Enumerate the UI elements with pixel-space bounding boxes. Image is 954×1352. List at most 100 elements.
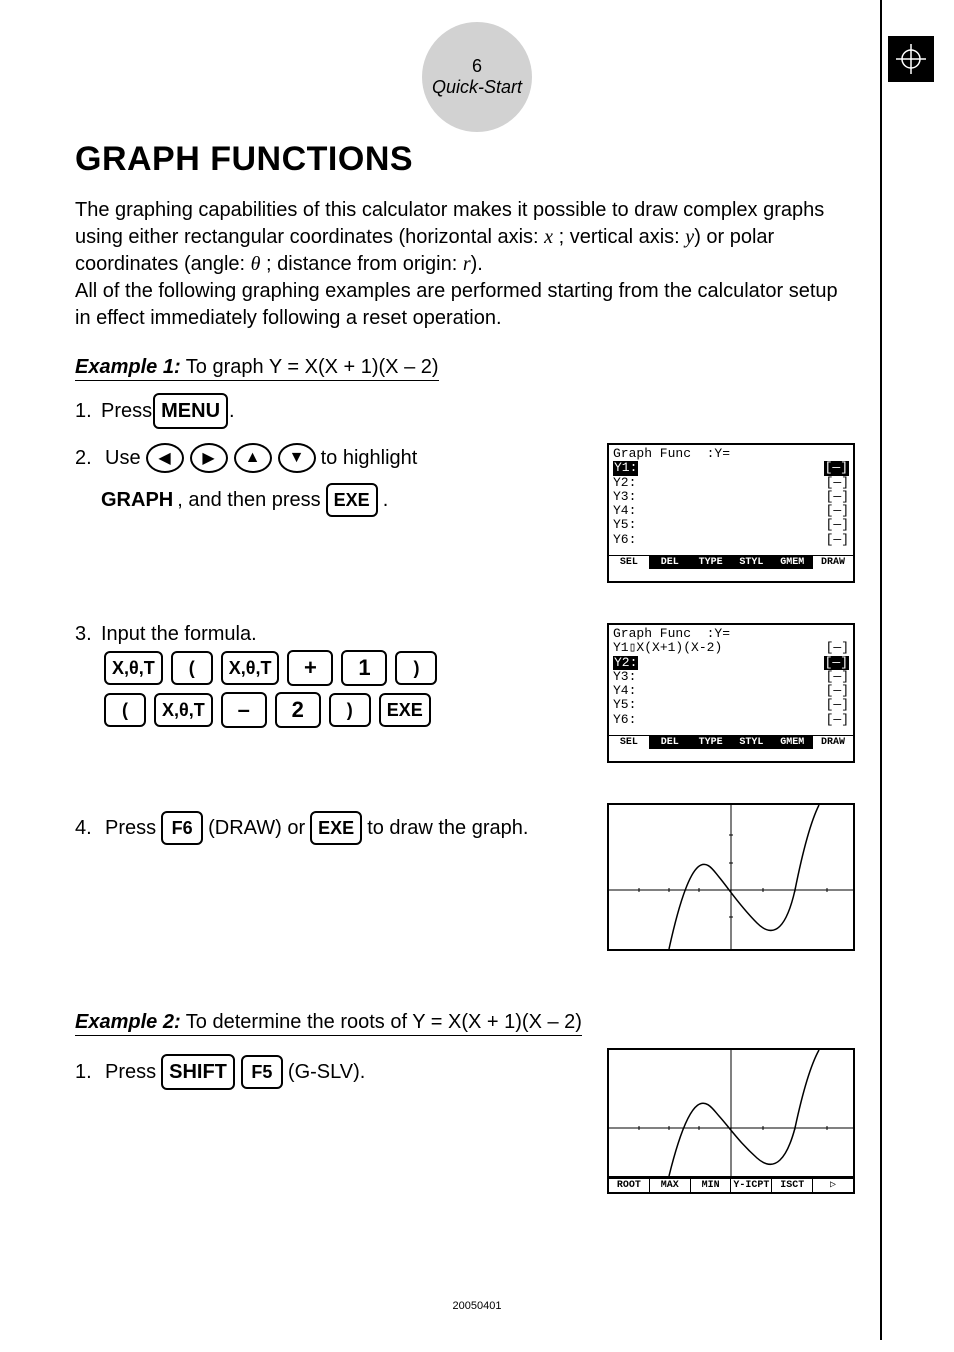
intro-text-2: All of the following graphing examples a… bbox=[75, 280, 838, 329]
exe-key: EXE bbox=[326, 483, 378, 517]
example-label: Example 2: bbox=[75, 1011, 181, 1033]
f6-key: F6 bbox=[161, 811, 203, 845]
one-key: 1 bbox=[341, 650, 387, 686]
screen-formula: Y1▯X(X+1)(X-2) bbox=[613, 641, 722, 655]
calc-screen-graph-1 bbox=[607, 803, 855, 951]
paren-open-key: ( bbox=[171, 651, 213, 685]
exe-key: EXE bbox=[310, 811, 362, 845]
intro-text: ). bbox=[471, 253, 483, 275]
step-text: to highlight bbox=[321, 447, 418, 470]
screen-bracket: [—] bbox=[824, 461, 849, 475]
example-text: To determine the roots of Y = X(X + 1)(X… bbox=[181, 1011, 582, 1033]
formula-keys-row1: X,θ,T ( X,θ,T + 1 ) bbox=[103, 650, 577, 686]
x-theta-t-key: X,θ,T bbox=[221, 651, 280, 685]
step-4: 4. Press F6 (DRAW) or EXE to draw the gr… bbox=[75, 811, 577, 845]
softkey: ▷ bbox=[813, 1179, 853, 1192]
example-2-heading: Example 2: To determine the roots of Y =… bbox=[75, 1011, 855, 1036]
right-margin-rule bbox=[880, 0, 882, 1340]
ex2-step-1: 1. Press SHIFT F5 (G-SLV). bbox=[75, 1054, 577, 1090]
paren-close-key: ) bbox=[329, 693, 371, 727]
screen-bracket: [—] bbox=[826, 476, 849, 490]
softkey: MAX bbox=[650, 1179, 691, 1192]
section-name: Quick-Start bbox=[432, 77, 522, 98]
registration-mark bbox=[888, 36, 934, 82]
two-key: 2 bbox=[275, 692, 321, 728]
softkey: SEL bbox=[609, 556, 650, 569]
cursor-down-key: ▼ bbox=[278, 443, 316, 473]
screen-row: Y1: bbox=[613, 461, 638, 475]
softkey: STYL bbox=[731, 736, 772, 749]
softkey: DRAW bbox=[813, 736, 853, 749]
step-text: . bbox=[383, 489, 389, 512]
formula-keys-row2: ( X,θ,T – 2 ) EXE bbox=[103, 692, 577, 728]
step-text: Input the formula. bbox=[101, 623, 257, 646]
shift-key: SHIFT bbox=[161, 1054, 235, 1090]
softkey: DRAW bbox=[813, 556, 853, 569]
screen-row: Y4: bbox=[613, 504, 636, 518]
screen-bracket: [—] bbox=[826, 533, 849, 547]
intro-text: ; distance from origin: bbox=[261, 253, 463, 275]
screen-row: Y6: bbox=[613, 533, 636, 547]
example-label: Example 1: bbox=[75, 356, 181, 378]
step-3: 3. Input the formula. bbox=[75, 623, 577, 646]
minus-key: – bbox=[221, 692, 267, 728]
var-y: y bbox=[685, 226, 694, 248]
screen-bracket: [—] bbox=[826, 670, 849, 684]
step-text: , and then press bbox=[177, 489, 320, 512]
softkey: MIN bbox=[691, 1179, 732, 1192]
screen-bracket: [—] bbox=[826, 698, 849, 712]
softkey: ROOT bbox=[609, 1179, 650, 1192]
footer-date: 20050401 bbox=[0, 1300, 954, 1312]
example-1-heading: Example 1: To graph Y = X(X + 1)(X – 2) bbox=[75, 356, 855, 381]
screen-row: Y5: bbox=[613, 698, 636, 712]
step-text: to draw the graph. bbox=[367, 817, 528, 840]
screen-row: Y2: bbox=[613, 656, 638, 670]
softkey: DEL bbox=[650, 736, 691, 749]
screen-bracket: [—] bbox=[826, 504, 849, 518]
cursor-up-key: ▲ bbox=[234, 443, 272, 473]
screen-row: Y5: bbox=[613, 518, 636, 532]
f5-key: F5 bbox=[241, 1055, 283, 1089]
screen-title: Graph Func :Y= bbox=[613, 627, 730, 641]
highlight-word: GRAPH bbox=[101, 489, 173, 512]
softkey: GMEM bbox=[772, 556, 813, 569]
x-theta-t-key: X,θ,T bbox=[104, 651, 163, 685]
step-text: (DRAW) or bbox=[208, 817, 305, 840]
step-2-line2: GRAPH , and then press EXE . bbox=[101, 483, 577, 517]
softkey: STYL bbox=[731, 556, 772, 569]
page-header-circle: 6 Quick-Start bbox=[422, 22, 532, 132]
step-1: 1. Press MENU . bbox=[75, 393, 855, 429]
paren-open-key: ( bbox=[104, 693, 146, 727]
cursor-right-key: ▶ bbox=[190, 443, 228, 473]
plus-key: + bbox=[287, 650, 333, 686]
page-title: GRAPH FUNCTIONS bbox=[75, 140, 855, 179]
step-number: 4. bbox=[75, 817, 101, 840]
var-x: x bbox=[544, 226, 553, 248]
step-2: 2. Use ◀ ▶ ▲ ▼ to highlight bbox=[75, 443, 577, 473]
menu-key: MENU bbox=[153, 393, 228, 429]
screen-bracket: [—] bbox=[824, 656, 849, 670]
screen-bracket: [—] bbox=[826, 684, 849, 698]
exe-key: EXE bbox=[379, 693, 431, 727]
intro-paragraph: The graphing capabilities of this calcul… bbox=[75, 197, 855, 332]
screen-title: Graph Func :Y= bbox=[613, 447, 730, 461]
softkey: TYPE bbox=[691, 556, 732, 569]
calc-screen-graph-2: ROOT MAX MIN Y-ICPT ISCT ▷ bbox=[607, 1048, 855, 1194]
softkey: SEL bbox=[609, 736, 650, 749]
step-text: Press bbox=[101, 400, 152, 423]
var-r: r bbox=[463, 253, 471, 275]
screen-row: Y4: bbox=[613, 684, 636, 698]
softkey: TYPE bbox=[691, 736, 732, 749]
screen-bracket: [—] bbox=[826, 713, 849, 727]
step-number: 1. bbox=[75, 400, 101, 423]
screen-bracket: [—] bbox=[826, 641, 849, 655]
cursor-left-key: ◀ bbox=[146, 443, 184, 473]
intro-text: ; vertical axis: bbox=[553, 226, 685, 248]
softkey: GMEM bbox=[772, 736, 813, 749]
screen-bracket: [—] bbox=[826, 518, 849, 532]
screen-row: Y3: bbox=[613, 670, 636, 684]
screen-row: Y2: bbox=[613, 476, 636, 490]
screen-row: Y6: bbox=[613, 713, 636, 727]
screen-row: Y3: bbox=[613, 490, 636, 504]
step-text: Press bbox=[105, 817, 156, 840]
